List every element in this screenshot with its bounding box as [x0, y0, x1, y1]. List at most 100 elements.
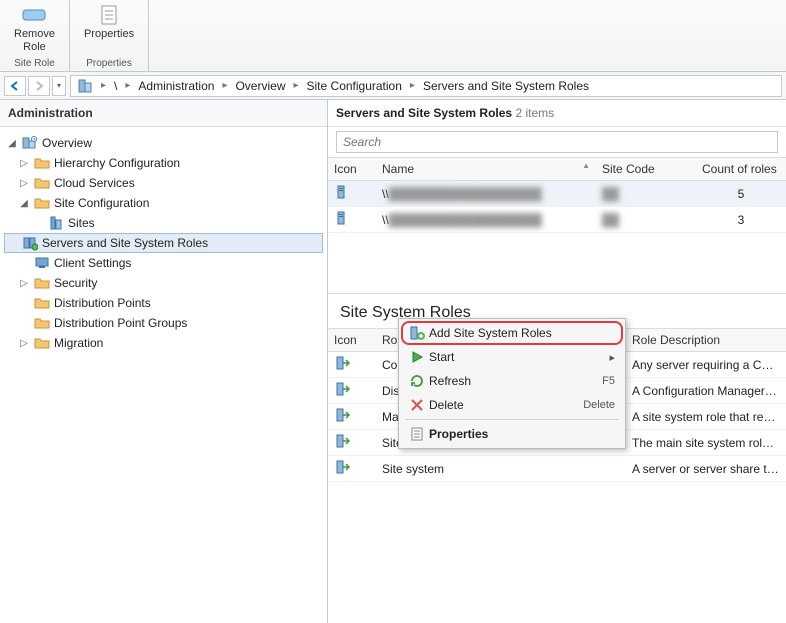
tree-node[interactable]: ▷Security	[4, 273, 323, 293]
cell-icon	[328, 352, 376, 378]
breadcrumb-item[interactable]: Servers and Site System Roles	[423, 79, 589, 93]
breadcrumb-item[interactable]: Site Configuration	[307, 79, 402, 93]
collapse-icon[interactable]: ◢	[18, 198, 30, 209]
main: Administration ◢ Overview ▷ Hierarchy Confi…	[0, 100, 786, 623]
cell-count: 3	[696, 207, 786, 233]
remove-role-label: Remove Role	[14, 28, 55, 54]
tree-node[interactable]: Servers and Site System Roles	[4, 233, 323, 253]
remove-role-icon	[18, 4, 50, 28]
tree-node[interactable]: ◢Site Configuration	[4, 193, 323, 213]
table-row[interactable]: Site systemA server or server share that…	[328, 456, 786, 482]
table-row[interactable]: \\████████████████████3	[328, 207, 786, 233]
breadcrumb-item[interactable]: Overview	[235, 79, 285, 93]
ribbon-group-label: Site Role	[14, 57, 55, 71]
expand-icon[interactable]: ▷	[18, 158, 30, 169]
col-count[interactable]: Count of roles	[696, 158, 786, 181]
cell-role-desc: Any server requiring a Configurati	[626, 352, 786, 378]
breadcrumb-root-icon	[77, 78, 93, 94]
cell-site-code: ██	[596, 181, 696, 207]
tree-node-label: Hierarchy Configuration	[54, 156, 180, 170]
menu-separator	[405, 419, 619, 420]
overview-icon	[22, 135, 38, 151]
nav-history-dropdown[interactable]: ▾	[52, 76, 66, 96]
cell-role-desc: The main site system role that hos	[626, 430, 786, 456]
menu-item-label: Properties	[429, 427, 569, 441]
ribbon: Remove Role Site Role Properties Propert…	[0, 0, 786, 72]
menu-item[interactable]: RefreshF5	[401, 369, 623, 393]
tree-node-label: Client Settings	[54, 256, 131, 270]
client-settings-icon	[34, 255, 50, 271]
menu-item[interactable]: Properties	[401, 422, 623, 446]
tree-node-label: Overview	[42, 136, 92, 150]
servers-table: Icon Name▲ Site Code Count of roles \\██…	[328, 157, 786, 233]
list-title-text: Servers and Site System Roles	[336, 106, 512, 120]
breadcrumb[interactable]: ▸ \ ▸ Administration ▸ Overview ▸ Site C…	[70, 75, 782, 97]
remove-role-button[interactable]: Remove Role	[8, 2, 61, 56]
folder-icon	[34, 335, 50, 351]
cell-role-name: Site system	[376, 456, 626, 482]
tree-node-label: Servers and Site System Roles	[42, 236, 208, 250]
list-title: Servers and Site System Roles 2 items	[328, 100, 786, 127]
search-row	[328, 127, 786, 157]
nav-forward-button[interactable]	[28, 76, 50, 96]
properties-button[interactable]: Properties	[78, 2, 140, 43]
tree-node[interactable]: Distribution Point Groups	[4, 313, 323, 333]
menu-item[interactable]: Add Site System Roles	[401, 321, 623, 345]
nav-back-button[interactable]	[4, 76, 26, 96]
chevron-right-icon: ▸	[569, 351, 619, 364]
ribbon-group-properties: Properties Properties	[70, 0, 149, 71]
expand-icon[interactable]: ▷	[18, 278, 30, 289]
tree-node[interactable]: ▷ Cloud Services	[4, 173, 323, 193]
chevron-right-icon: ▸	[101, 80, 106, 91]
tree-node-label: Distribution Point Groups	[54, 316, 187, 330]
ribbon-group-label: Properties	[86, 57, 132, 71]
left-pane-title: Administration	[0, 100, 327, 127]
role-icon	[334, 407, 350, 423]
menu-item[interactable]: Start▸	[401, 345, 623, 369]
table-row[interactable]: \\████████████████████5	[328, 181, 786, 207]
tree-node[interactable]: ◢ Overview	[4, 133, 323, 153]
tree-node[interactable]: Client Settings	[4, 253, 323, 273]
col-icon[interactable]: Icon	[328, 329, 376, 352]
chevron-right-icon: ▸	[293, 80, 298, 91]
menu-item[interactable]: DeleteDelete	[401, 393, 623, 417]
chevron-right-icon: ▸	[410, 80, 415, 91]
tree-node[interactable]: Sites	[4, 213, 323, 233]
tree-node[interactable]: ▷ Hierarchy Configuration	[4, 153, 323, 173]
expand-icon[interactable]: ▷	[18, 338, 30, 349]
expand-icon[interactable]: ▷	[18, 178, 30, 189]
col-site-code[interactable]: Site Code	[596, 158, 696, 181]
menu-shortcut: F5	[569, 375, 619, 387]
sites-icon	[48, 215, 64, 231]
folder-icon	[34, 195, 50, 211]
navbar: ▾ ▸ \ ▸ Administration ▸ Overview ▸ Site…	[0, 72, 786, 100]
chevron-right-icon: ▸	[222, 80, 227, 91]
context-menu: Add Site System RolesStart▸RefreshF5Dele…	[398, 318, 626, 449]
role-icon	[334, 381, 350, 397]
cell-icon	[328, 430, 376, 456]
search-input[interactable]	[336, 131, 778, 153]
properties-icon	[409, 426, 425, 442]
tree-node-label: Cloud Services	[54, 176, 135, 190]
cell-count: 5	[696, 181, 786, 207]
menu-item-label: Refresh	[429, 374, 569, 388]
col-role-desc[interactable]: Role Description	[626, 329, 786, 352]
folder-icon	[34, 175, 50, 191]
tree-node[interactable]: ▷Migration	[4, 333, 323, 353]
folder-icon	[34, 275, 50, 291]
start-icon	[409, 349, 425, 365]
collapse-icon[interactable]: ◢	[6, 138, 18, 149]
tree-node-label: Sites	[68, 216, 95, 230]
role-icon	[334, 459, 350, 475]
tree-node[interactable]: Distribution Points	[4, 293, 323, 313]
col-name[interactable]: Name▲	[376, 158, 596, 181]
cell-role-desc: A Configuration Manager server r	[626, 378, 786, 404]
properties-icon	[93, 4, 125, 28]
folder-icon	[34, 155, 50, 171]
breadcrumb-item[interactable]: Administration	[138, 79, 214, 93]
folder-icon	[34, 315, 50, 331]
breadcrumb-item[interactable]: \	[114, 79, 117, 93]
sort-asc-icon: ▲	[582, 161, 590, 170]
server-icon	[334, 184, 350, 200]
col-icon[interactable]: Icon	[328, 158, 376, 181]
